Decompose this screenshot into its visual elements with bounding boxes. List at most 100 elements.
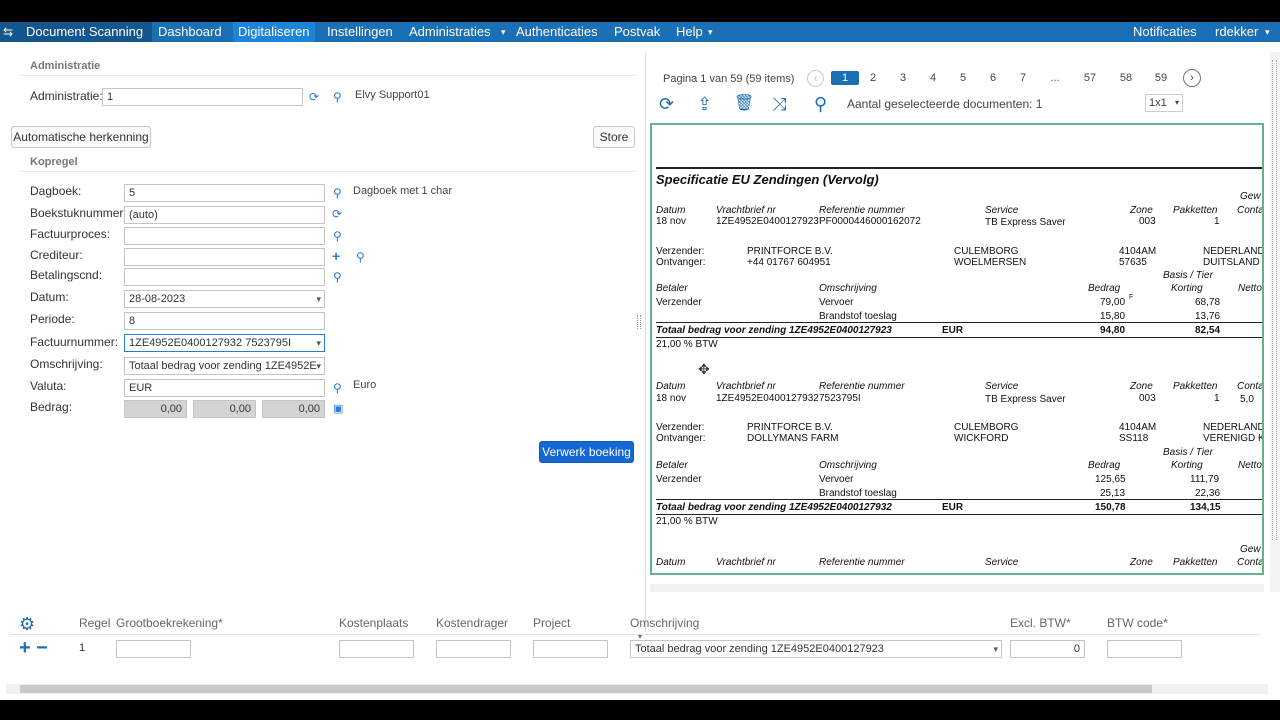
betalingscnd-input[interactable] — [124, 268, 325, 286]
nav-digitaliseren[interactable]: Digitaliseren — [233, 22, 315, 42]
factuurproces-input[interactable] — [124, 227, 325, 245]
search-icon[interactable]: ⚲ — [333, 381, 342, 395]
omschrijving-select[interactable]: Totaal bedrag voor zending 1ZE4952E — [124, 357, 325, 375]
doc-b2-datum: 18 nov — [656, 393, 687, 404]
search-icon[interactable]: ⚲ — [333, 270, 342, 284]
nav-notificaties[interactable]: Notificaties — [1133, 22, 1197, 42]
nav-instellingen[interactable]: Instellingen — [327, 22, 393, 42]
shuffle-icon[interactable]: ⤨ — [772, 94, 786, 114]
horizontal-scrollbar[interactable] — [6, 684, 1268, 694]
gear-icon[interactable]: ⚙ — [19, 615, 35, 633]
page-7[interactable]: 7 — [1014, 72, 1032, 84]
search-icon[interactable]: ⚲ — [333, 90, 342, 104]
verwerk-boeking-button[interactable]: Verwerk boeking — [539, 441, 634, 463]
doc-b2-betaler: Betaler — [656, 460, 688, 471]
store-button[interactable]: Store — [593, 126, 635, 148]
search-icon[interactable]: ⚲ — [814, 94, 827, 114]
search-icon[interactable]: ⚲ — [333, 229, 342, 243]
page-59[interactable]: 59 — [1152, 72, 1170, 84]
doc-b1-verzender-country: NEDERLAND — [1203, 246, 1264, 257]
vertical-scrollbar[interactable] — [1270, 52, 1280, 592]
page-5[interactable]: 5 — [954, 72, 972, 84]
doc-b2-brandstof: Brandstof toeslag — [819, 488, 897, 499]
doc-b2-totaal: Totaal bedrag voor zending 1ZE4952E04001… — [656, 502, 892, 513]
boekstuknummer-input[interactable]: (auto) — [124, 206, 325, 224]
doc-b1-basis: Basis / Tier — [1163, 270, 1213, 281]
search-icon[interactable]: ⚲ — [356, 250, 365, 264]
btw-code-input[interactable] — [1107, 640, 1182, 658]
doc-b2-bedrag: Bedrag — [1088, 460, 1121, 471]
doc-col-pakketten: Pakketten — [1173, 381, 1218, 392]
doc-b1-brandstof-bedrag: 15,80 — [1100, 311, 1126, 322]
nav-help[interactable]: Help — [676, 22, 703, 42]
nav-postvak[interactable]: Postvak — [614, 22, 660, 42]
scrollbar-thumb[interactable] — [1272, 60, 1277, 540]
page-58[interactable]: 58 — [1117, 72, 1135, 84]
page-4[interactable]: 4 — [924, 72, 942, 84]
doc-col-referentie: Referentie nummer — [819, 557, 905, 568]
doc-b1-totaal: Totaal bedrag voor zending 1ZE4952E04001… — [656, 325, 892, 336]
row-omschrijving-select[interactable]: Totaal bedrag voor zending 1ZE4952E04001… — [630, 640, 1002, 658]
upload-icon[interactable]: ⇪ — [697, 94, 712, 114]
rule — [656, 337, 1262, 338]
doc-b1-brandstof-korting: 13,76 — [1195, 311, 1221, 322]
valuta-input[interactable]: EUR — [124, 379, 325, 397]
prev-page-icon[interactable]: ‹ — [807, 70, 824, 87]
next-page-icon[interactable]: › — [1183, 69, 1201, 87]
crediteur-input[interactable] — [124, 248, 325, 266]
doc-b2-korting: Korting — [1171, 460, 1203, 471]
search-icon[interactable]: ⚲ — [333, 186, 342, 200]
datum-picker[interactable]: 28-08-2023 — [124, 290, 325, 308]
doc-col-service: Service — [985, 381, 1019, 392]
bedrag-field-1: 0,00 — [124, 400, 187, 418]
refresh-icon[interactable]: ⟳ — [659, 94, 674, 114]
trash-icon[interactable]: 🗑 — [734, 94, 754, 114]
auto-recognition-button[interactable]: Automatische herkenning — [11, 126, 151, 148]
remove-row-icon[interactable]: − — [36, 638, 48, 658]
doc-b1-verzender-name: PRINTFORCE B.V. — [747, 246, 833, 257]
nav-administraties[interactable]: Administraties — [409, 22, 491, 42]
administraties-dropdown-icon[interactable]: ▾ — [501, 22, 506, 42]
doc-b1-vervoer-bedrag: 79,00 — [1100, 297, 1126, 308]
user-dropdown-icon[interactable]: ▾ — [1265, 22, 1270, 42]
app-logo-icon: ⇆ — [3, 25, 14, 39]
kostendrager-input[interactable] — [436, 640, 511, 658]
doc-b2-vervoer-korting: 111,79 — [1190, 474, 1220, 485]
section-kopregel: Kopregel — [30, 156, 78, 168]
doc-col-conta: Conta — [1237, 557, 1264, 568]
administratie-input[interactable]: 1 — [102, 88, 303, 106]
doc-b2-vervoer: Vervoer — [819, 474, 854, 485]
doc-b2-vervoer-bedrag: 125,65 — [1095, 474, 1126, 485]
col-project: Project — [533, 616, 571, 630]
nav-authenticaties[interactable]: Authenticaties — [516, 22, 598, 42]
page-6[interactable]: 6 — [984, 72, 1002, 84]
factuurnummer-select[interactable]: 1ZE4952E0400127932 7523795I — [124, 334, 325, 352]
page-3[interactable]: 3 — [894, 72, 912, 84]
project-input[interactable] — [533, 640, 608, 658]
zoom-select[interactable]: 1x1 ▾ — [1145, 94, 1183, 112]
add-icon[interactable]: + — [332, 249, 340, 263]
grootboekrekening-input[interactable] — [116, 640, 191, 658]
refresh-icon[interactable]: ⟳ — [332, 207, 342, 221]
dagboek-input[interactable]: 5 — [124, 184, 325, 202]
row-regel: 1 — [79, 642, 86, 654]
splitter-handle[interactable] — [637, 315, 641, 329]
calculator-icon[interactable]: ▣ — [333, 402, 343, 416]
kostenplaats-input[interactable] — [339, 640, 414, 658]
viewer-horizontal-scrollbar[interactable] — [650, 584, 1264, 592]
excl-btw-input[interactable]: 0 — [1010, 640, 1085, 658]
doc-b2-ontvanger-city: WICKFORD — [954, 433, 1009, 444]
periode-input[interactable]: 8 — [124, 312, 325, 330]
page-1[interactable]: 1 — [831, 71, 859, 85]
page-57[interactable]: 57 — [1081, 72, 1099, 84]
add-row-icon[interactable]: + — [19, 638, 31, 658]
nav-user[interactable]: rdekker — [1215, 22, 1258, 42]
refresh-icon[interactable]: ⟳ — [309, 90, 319, 104]
col-grootboekrekening: Grootboekrekening* — [116, 616, 223, 630]
app-title-button[interactable]: ⇆ Document Scanning — [0, 22, 152, 42]
scrollbar-thumb[interactable] — [20, 685, 1152, 693]
help-dropdown-icon[interactable]: ▾ — [708, 22, 713, 42]
page-2[interactable]: 2 — [864, 72, 882, 84]
nav-dashboard[interactable]: Dashboard — [158, 22, 222, 42]
doc-b2-netto: Netto — [1238, 460, 1262, 471]
